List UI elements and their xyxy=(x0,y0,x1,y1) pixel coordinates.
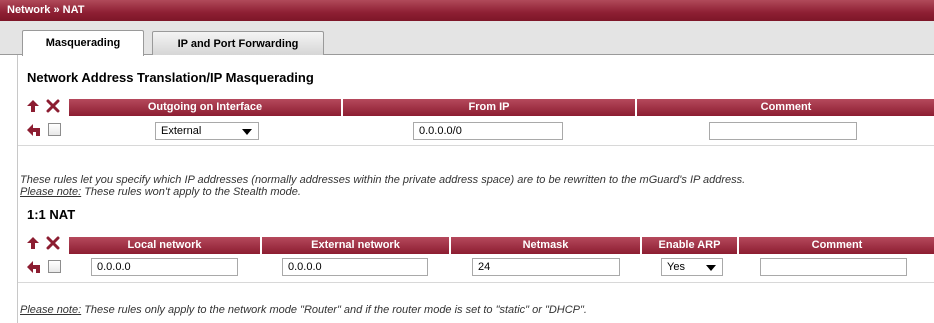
insert-after-row-icon[interactable] xyxy=(26,123,42,137)
tab-strip: Masquerading IP and Port Forwarding xyxy=(0,21,934,56)
chevron-down-icon xyxy=(242,129,252,135)
row-select-checkbox[interactable] xyxy=(48,260,61,273)
please-note-label: Please note: xyxy=(20,186,82,198)
column-header: Local network xyxy=(69,237,260,254)
divider xyxy=(18,282,934,283)
stealth-note: Please note: These rules won't apply to … xyxy=(20,186,301,198)
chevron-down-icon xyxy=(706,265,716,271)
interface-select-value: External xyxy=(161,125,202,137)
from-ip-input[interactable]: 0.0.0.0/0 xyxy=(413,122,563,140)
enable-arp-value: Yes xyxy=(667,261,685,273)
router-mode-note-text: These rules only apply to the network mo… xyxy=(81,304,587,316)
tab-masquerading[interactable]: Masquerading xyxy=(22,30,144,56)
netmask-input[interactable]: 24 xyxy=(472,258,620,276)
comment-input[interactable] xyxy=(760,258,907,276)
masquerading-header: Outgoing on Interface From IP Comment xyxy=(69,99,934,116)
row-select-checkbox[interactable] xyxy=(48,123,61,136)
column-header: Netmask xyxy=(451,237,640,254)
delete-row-icon[interactable] xyxy=(46,99,60,113)
tab-ip-port-forwarding[interactable]: IP and Port Forwarding xyxy=(152,31,324,55)
interface-select[interactable]: External xyxy=(155,122,259,140)
insert-row-icon[interactable] xyxy=(26,99,40,113)
masquerading-title: Network Address Translation/IP Masquerad… xyxy=(27,70,314,85)
column-header: External network xyxy=(262,237,449,254)
insert-after-row-icon[interactable] xyxy=(26,260,42,274)
column-header: Outgoing on Interface xyxy=(69,99,341,116)
column-header: Comment xyxy=(739,237,934,254)
column-header: Comment xyxy=(637,99,934,116)
please-note-label: Please note: xyxy=(20,304,82,316)
one-to-one-nat-title: 1:1 NAT xyxy=(27,207,76,222)
column-header: From IP xyxy=(343,99,635,116)
column-header: Enable ARP xyxy=(642,237,737,254)
comment-input[interactable] xyxy=(709,122,857,140)
divider xyxy=(18,145,934,146)
breadcrumb: Network » NAT xyxy=(0,0,934,21)
delete-row-icon[interactable] xyxy=(46,236,60,250)
one-to-one-header: Local network External network Netmask E… xyxy=(69,237,934,254)
masquerading-note: These rules let you specify which IP add… xyxy=(20,174,746,186)
tab-content: Network Address Translation/IP Masquerad… xyxy=(17,55,934,323)
external-network-input[interactable]: 0.0.0.0 xyxy=(282,258,428,276)
insert-row-icon[interactable] xyxy=(26,236,40,250)
enable-arp-select[interactable]: Yes xyxy=(661,258,723,276)
stealth-note-text: These rules won't apply to the Stealth m… xyxy=(81,186,301,198)
router-mode-note: Please note: These rules only apply to t… xyxy=(20,304,587,316)
local-network-input[interactable]: 0.0.0.0 xyxy=(91,258,238,276)
